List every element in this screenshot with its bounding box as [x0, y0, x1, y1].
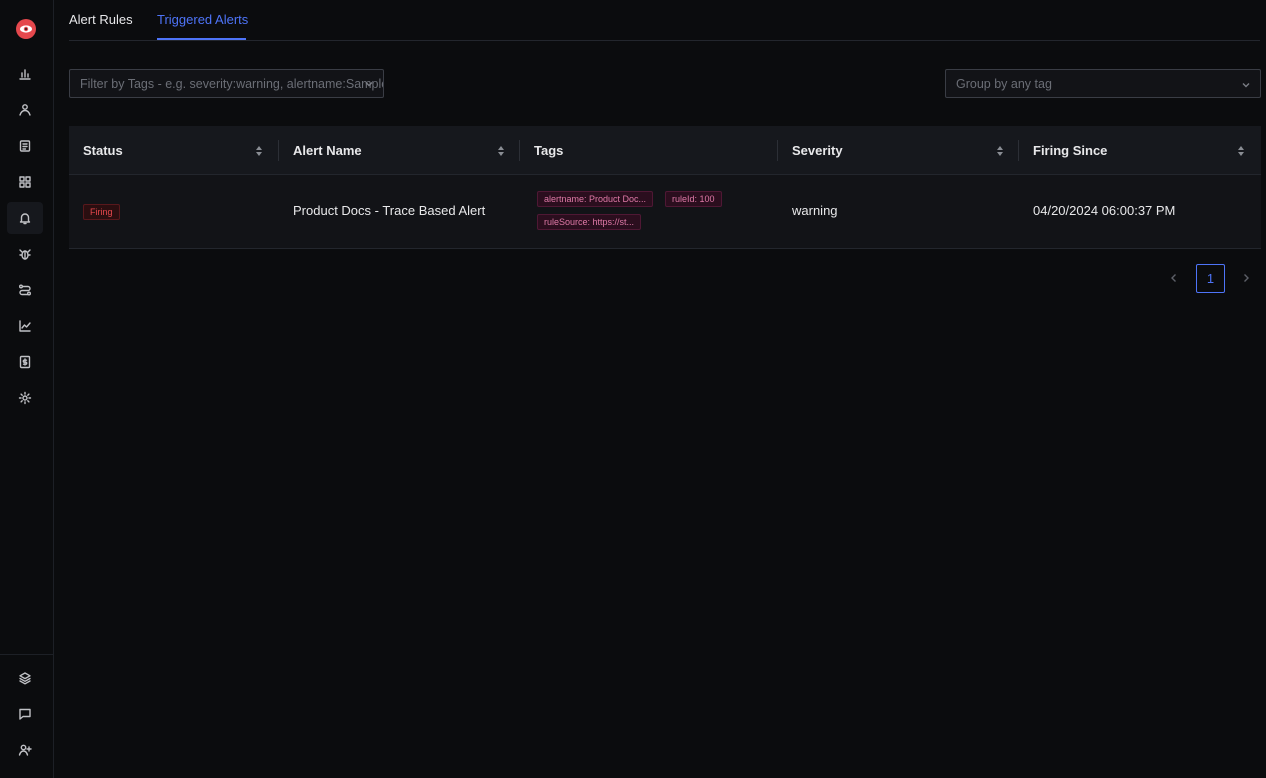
pagination: 1: [1160, 264, 1260, 293]
firing-since-cell: 04/20/2024 06:00:37 PM: [1033, 203, 1176, 218]
column-header-tags: Tags: [534, 143, 564, 158]
user-path-icon[interactable]: [7, 94, 43, 126]
column-separator: [777, 140, 778, 161]
column-header-status[interactable]: Status: [83, 126, 123, 175]
page-number-button[interactable]: 1: [1196, 264, 1225, 293]
alert-name-cell: Product Docs - Trace Based Alert: [293, 203, 486, 218]
sidebar: [0, 0, 54, 778]
chevron-right-icon[interactable]: [1240, 272, 1252, 284]
alerts-tabs: Alert Rules Triggered Alerts: [69, 0, 1260, 41]
bar-chart-icon[interactable]: [7, 58, 43, 90]
message-icon[interactable]: [7, 698, 43, 730]
billing-icon[interactable]: [7, 346, 43, 378]
sort-icon[interactable]: [1237, 145, 1245, 157]
tag-badge: ruleSource: https://st...: [537, 214, 642, 230]
severity-cell: warning: [792, 203, 838, 218]
column-header-alert-name[interactable]: Alert Name: [293, 126, 362, 175]
column-header-firing-since[interactable]: Firing Since: [1033, 126, 1107, 175]
column-separator: [1018, 140, 1019, 161]
tab-alert-rules[interactable]: Alert Rules: [69, 12, 133, 27]
sort-icon[interactable]: [497, 145, 505, 157]
table-row[interactable]: Firing Product Docs - Trace Based Alert …: [69, 175, 1261, 249]
layers-icon[interactable]: [7, 662, 43, 694]
sort-icon[interactable]: [996, 145, 1004, 157]
tags-filter-input[interactable]: Filter by Tags - e.g. severity:warning, …: [69, 69, 384, 98]
table-header: Status Alert Name Tags Severity Firing S…: [69, 126, 1261, 175]
bell-alert-icon[interactable]: [7, 202, 43, 234]
chevron-down-icon: [364, 78, 374, 88]
tags-filter-placeholder: Filter by Tags - e.g. severity:warning, …: [80, 77, 384, 91]
group-by-select[interactable]: Group by any tag: [945, 69, 1261, 98]
column-separator: [519, 140, 520, 161]
sort-icon[interactable]: [255, 145, 263, 157]
invite-user-icon[interactable]: [7, 734, 43, 766]
sidebar-divider: [0, 654, 54, 655]
triggered-alerts-table: Status Alert Name Tags Severity Firing S…: [69, 126, 1261, 249]
gear-icon[interactable]: [7, 382, 43, 414]
chevron-down-icon: [1241, 79, 1251, 89]
status-badge: Firing: [83, 204, 120, 220]
logo-icon[interactable]: [16, 19, 36, 39]
column-header-severity[interactable]: Severity: [792, 126, 843, 175]
bug-icon[interactable]: [7, 238, 43, 270]
dashboard-grid-icon[interactable]: [7, 166, 43, 198]
logs-icon[interactable]: [7, 130, 43, 162]
tag-badge: ruleId: 100: [665, 191, 722, 207]
column-separator: [278, 140, 279, 161]
tag-badge: alertname: Product Doc...: [537, 191, 654, 207]
line-chart-icon[interactable]: [7, 310, 43, 342]
active-tab-underline: [157, 38, 246, 40]
tab-triggered-alerts[interactable]: Triggered Alerts: [157, 12, 248, 27]
group-by-placeholder: Group by any tag: [956, 77, 1052, 91]
route-icon[interactable]: [7, 274, 43, 306]
chevron-left-icon[interactable]: [1168, 272, 1180, 284]
